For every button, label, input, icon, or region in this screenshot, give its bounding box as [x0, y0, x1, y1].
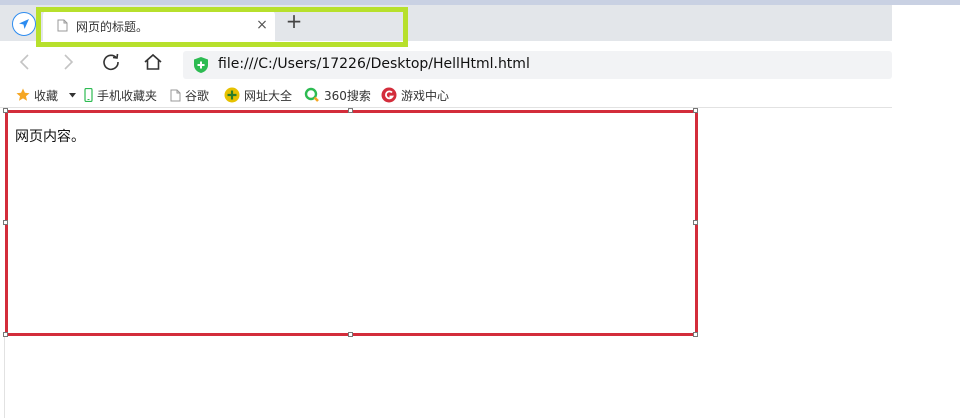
document-icon — [170, 89, 181, 102]
toolbar: file:///C:/Users/17226/Desktop/HellHtml.… — [0, 41, 892, 81]
selected-content-area[interactable]: 网页内容。 — [5, 110, 698, 336]
tab-strip: 网页的标题。 × + — [0, 5, 892, 41]
favorites-dropdown-icon[interactable] — [69, 87, 76, 103]
bookmark-label: 游戏中心 — [401, 88, 450, 103]
resize-handle-sw[interactable] — [3, 332, 8, 337]
viewport-edge — [4, 336, 5, 418]
resize-handle-ne[interactable] — [693, 108, 698, 113]
browser-chrome: 网页的标题。 × + file:///C:/Users/17226/Deskto… — [0, 5, 892, 109]
search-360-icon — [304, 87, 320, 103]
url-text[interactable]: file:///C:/Users/17226/Desktop/HellHtml.… — [218, 56, 530, 72]
bookmark-label: 收藏 — [34, 88, 59, 103]
selection-dashed-border — [9, 114, 694, 332]
home-icon[interactable] — [142, 51, 164, 73]
shield-plus-icon[interactable] — [193, 56, 209, 77]
window-right-margin — [892, 5, 960, 418]
plus-circle-icon — [224, 87, 240, 103]
bookmark-360-search[interactable]: 360搜索 — [304, 87, 371, 103]
reload-icon[interactable] — [100, 51, 122, 73]
bookmark-label: 手机收藏夹 — [97, 88, 158, 103]
bookmark-mobile-favorites[interactable]: 手机收藏夹 — [84, 87, 157, 103]
resize-handle-nw[interactable] — [3, 108, 8, 113]
resize-handle-w[interactable] — [3, 220, 8, 225]
bookmark-site-directory[interactable]: 网址大全 — [224, 87, 292, 103]
back-icon[interactable] — [14, 51, 36, 73]
resize-handle-se[interactable] — [693, 332, 698, 337]
resize-handle-s[interactable] — [348, 332, 353, 337]
bookmark-game-center[interactable]: 游戏中心 — [381, 87, 449, 103]
bookmark-label: 网址大全 — [244, 88, 293, 103]
game-icon — [381, 87, 397, 103]
address-bar[interactable]: file:///C:/Users/17226/Desktop/HellHtml.… — [183, 51, 892, 79]
bookmark-label: 360搜索 — [324, 88, 371, 103]
document-icon — [57, 19, 68, 35]
tab-title: 网页的标题。 — [76, 20, 149, 34]
new-tab-button[interactable]: + — [283, 10, 305, 34]
bookmarks-bar: 收藏 手机收藏夹 谷歌 网址大全 360搜索 游戏中心 — [0, 81, 892, 108]
bookmark-label: 谷歌 — [185, 88, 210, 103]
forward-icon[interactable] — [57, 51, 79, 73]
star-icon — [16, 88, 30, 102]
phone-icon — [84, 88, 93, 102]
page-content-text: 网页内容。 — [15, 129, 85, 145]
browser-logo-icon[interactable] — [12, 12, 36, 36]
tab-close-icon[interactable]: × — [254, 16, 270, 34]
resize-handle-e[interactable] — [693, 220, 698, 225]
resize-handle-n[interactable] — [348, 108, 353, 113]
tab-active[interactable]: 网页的标题。 × — [43, 11, 275, 41]
bookmark-favorites[interactable]: 收藏 — [16, 87, 58, 103]
bookmark-google[interactable]: 谷歌 — [170, 87, 209, 103]
